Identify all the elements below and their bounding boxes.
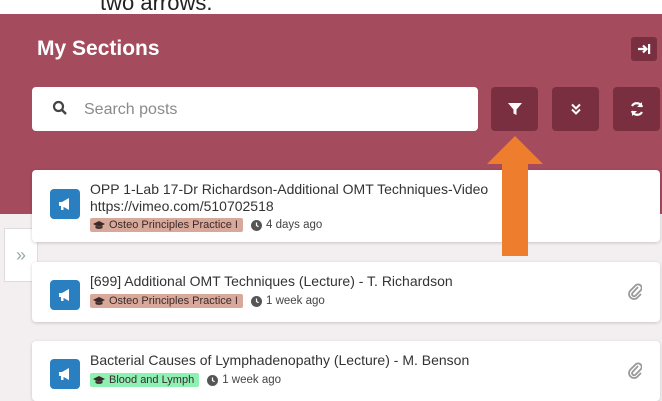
post-meta: Blood and Lymph 1 week ago <box>90 373 281 387</box>
arrow-to-right-icon <box>638 44 651 54</box>
post-title[interactable]: [699] Additional OMT Techniques (Lecture… <box>90 273 590 290</box>
filter-icon <box>507 103 522 115</box>
clock-icon <box>251 219 262 231</box>
graduation-cap-icon <box>93 296 105 305</box>
megaphone-icon <box>50 359 80 389</box>
post-meta: Osteo Principles Practice I 1 week ago <box>90 294 325 308</box>
post-card[interactable]: [699] Additional OMT Techniques (Lecture… <box>32 262 660 322</box>
collapse-all-button[interactable] <box>552 87 599 131</box>
post-title[interactable]: OPP 1-Lab 17-Dr Richardson-Additional OM… <box>90 181 510 215</box>
post-card[interactable]: Bacterial Causes of Lymphadenopathy (Lec… <box>32 341 660 401</box>
course-tag[interactable]: Osteo Principles Practice I <box>90 294 243 308</box>
double-chevron-down-icon <box>570 103 581 115</box>
post-time: 1 week ago <box>266 295 325 307</box>
course-tag[interactable]: Blood and Lymph <box>90 373 200 387</box>
megaphone-icon <box>50 189 80 219</box>
graduation-cap-icon <box>93 375 105 384</box>
post-time: 4 days ago <box>266 219 323 231</box>
paperclip-icon[interactable] <box>628 361 642 379</box>
double-chevron-right-icon: » <box>15 244 26 265</box>
post-meta: Osteo Principles Practice I 4 days ago <box>90 218 322 232</box>
top-strip: two arrows. <box>0 0 662 14</box>
refresh-button[interactable] <box>613 87 660 131</box>
clock-icon <box>251 295 262 307</box>
page-title: My Sections <box>37 37 160 60</box>
clock-icon <box>207 374 219 386</box>
post-time: 1 week ago <box>222 374 282 386</box>
course-tag-label: Osteo Principles Practice I <box>109 219 238 231</box>
search-icon <box>52 100 67 115</box>
orange-arrow-annotation <box>487 136 543 256</box>
top-text: two arrows. <box>100 0 213 14</box>
post-card[interactable]: OPP 1-Lab 17-Dr Richardson-Additional OM… <box>32 170 660 242</box>
post-title[interactable]: Bacterial Causes of Lymphadenopathy (Lec… <box>90 352 590 369</box>
megaphone-icon <box>50 280 80 310</box>
course-tag-label: Osteo Principles Practice I <box>109 295 238 307</box>
course-tag-label: Blood and Lymph <box>109 374 195 386</box>
paperclip-icon[interactable] <box>628 282 642 300</box>
filter-button[interactable] <box>491 87 538 131</box>
collapse-panel-button[interactable] <box>631 37 657 61</box>
course-tag[interactable]: Osteo Principles Practice I <box>90 218 243 232</box>
graduation-cap-icon <box>93 220 105 229</box>
search-box <box>32 87 478 131</box>
search-input[interactable] <box>82 95 466 125</box>
refresh-icon <box>630 102 643 116</box>
